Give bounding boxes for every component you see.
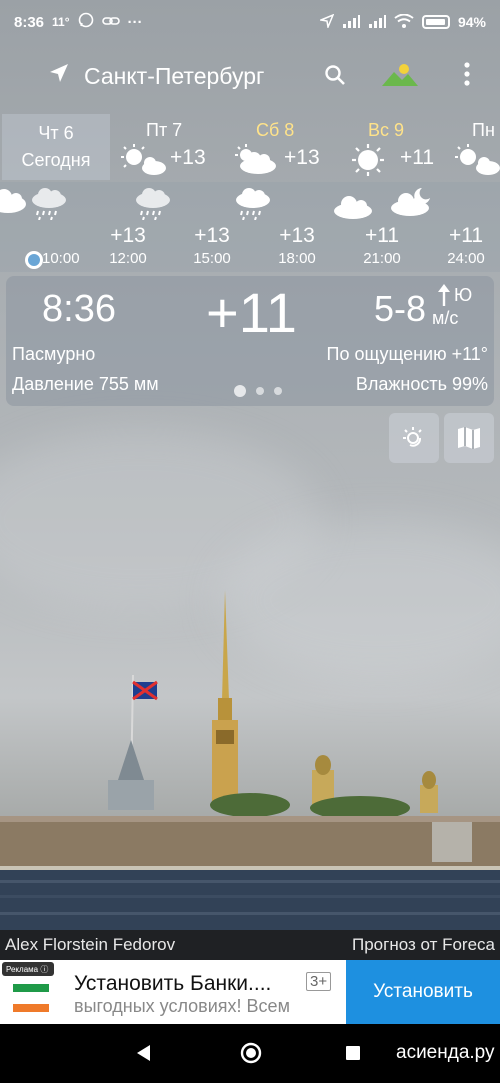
day-name: Пн	[472, 120, 495, 140]
more-notifications-icon: ···	[127, 13, 143, 31]
hour-time: 21:00	[363, 250, 401, 267]
hourly-forecast: 10:00 +13 12:00 +13 15:00 +13 18:00 +11 …	[0, 182, 500, 272]
ad-label: Реклама ⓘ	[2, 962, 54, 976]
cloud-icon	[0, 186, 28, 219]
sun-icon	[350, 144, 390, 185]
app-header: Санкт-Петербург	[0, 50, 500, 102]
page-dot-active	[234, 385, 246, 397]
signal-icon	[342, 14, 360, 31]
search-icon[interactable]	[324, 64, 346, 91]
ad-title: Установить Банки....	[74, 972, 272, 995]
hour-time: 24:00	[447, 250, 485, 267]
battery-level: 94%	[457, 14, 486, 30]
page-dot	[256, 387, 264, 395]
battery-icon	[421, 15, 450, 29]
tab-day[interactable]: Пн	[454, 114, 500, 180]
wind-speed: 5-8	[374, 288, 427, 329]
fortress-illustration	[0, 590, 500, 930]
day-temp: +11	[400, 146, 435, 169]
signal2-icon	[368, 14, 386, 31]
age-rating: 3+	[306, 972, 332, 991]
current-weather-card[interactable]: 8:36 +11 5-8 Ю м/с Пасмурно По ощущению …	[6, 276, 494, 406]
condition: Пасмурно	[12, 344, 96, 364]
home-icon[interactable]	[240, 1042, 262, 1069]
tab-today[interactable]: Чт 6 Сегодня	[2, 114, 110, 180]
location-icon[interactable]	[48, 62, 70, 90]
page-dot	[274, 387, 282, 395]
wind-arrow-icon	[438, 284, 450, 306]
status-time: 8:36	[14, 13, 45, 31]
city-name[interactable]: Санкт-Петербург	[84, 63, 264, 90]
today-day: Чт 6	[38, 123, 74, 143]
photo-author[interactable]: Alex Florstein Fedorov	[5, 935, 175, 955]
tab-day[interactable]: Сб 8 +13	[234, 114, 344, 180]
cloud-sun-icon	[234, 144, 282, 181]
ad-subtitle: выгодных условиях! Всем	[74, 996, 290, 1016]
day-name: Вс 9	[368, 120, 405, 140]
hour-time: 12:00	[109, 250, 147, 267]
wind-unit: м/с	[432, 308, 459, 328]
pressure: Давление 755 мм	[12, 374, 159, 394]
feels-like: По ощущению +11°	[326, 344, 488, 364]
recents-icon[interactable]	[346, 1046, 360, 1065]
background-image-icon[interactable]	[382, 62, 418, 93]
tab-day[interactable]: Пт 7 +13	[120, 114, 230, 180]
hour-time: 18:00	[278, 250, 316, 267]
hour-temp: +13	[110, 224, 146, 247]
day-name: Пт 7	[146, 120, 183, 140]
current-temp: +11	[206, 281, 297, 344]
more-options-icon[interactable]	[464, 62, 470, 91]
today-label: Сегодня	[21, 150, 91, 170]
status-temp: 11°	[52, 15, 70, 29]
page-indicator	[234, 385, 282, 397]
rain-icon	[30, 186, 68, 225]
day-tabs: Чт 6 Сегодня Пт 7 +13 Сб 8 +13 Вс 9 +11 …	[0, 114, 500, 182]
link-icon	[101, 14, 120, 31]
day-name: Сб 8	[256, 120, 295, 140]
sun-cloud-icon	[454, 144, 500, 181]
sun-cloud-icon	[120, 144, 168, 181]
day-temp: +13	[170, 146, 206, 169]
hour-temp: +13	[279, 224, 315, 247]
install-button[interactable]: Установить	[346, 960, 500, 1024]
hour-temp: +13	[194, 224, 230, 247]
cloud-icon	[333, 194, 373, 225]
back-icon[interactable]	[136, 1044, 152, 1067]
hour-time: 15:00	[193, 250, 231, 267]
humidity: Влажность 99%	[355, 374, 488, 394]
ad-banner[interactable]: Реклама ⓘ Установить Банки.... 3+ выгодн…	[0, 960, 500, 1024]
watermark: асиенда.ру	[396, 1042, 495, 1063]
hour-temp: +11	[364, 224, 400, 247]
location-arrow-icon	[318, 13, 335, 31]
status-bar: 8:36 11° ··· 94%	[0, 0, 500, 44]
bank-logo	[13, 982, 49, 1014]
map-icon	[458, 427, 480, 449]
weather-radar-button[interactable]	[389, 413, 439, 463]
wind-direction-label: Ю	[454, 284, 473, 305]
rain-icon	[134, 186, 172, 225]
whatsapp-icon	[78, 12, 94, 32]
credits-bar: Alex Florstein Fedorov Прогноз от Foreca	[0, 930, 500, 960]
sun-rotate-icon	[403, 427, 422, 447]
wifi-icon	[394, 13, 414, 31]
hour-temp: +11	[448, 224, 484, 247]
wind-direction: Ю	[438, 284, 472, 306]
forecast-source[interactable]: Прогноз от Foreca	[352, 935, 495, 955]
rain-icon	[234, 186, 272, 225]
current-position-marker	[24, 250, 44, 275]
moon-cloud-icon	[390, 186, 434, 223]
day-temp: +13	[284, 146, 320, 169]
current-time: 8:36	[42, 288, 116, 330]
tab-day[interactable]: Вс 9 +11	[350, 114, 460, 180]
map-button[interactable]	[444, 413, 494, 463]
